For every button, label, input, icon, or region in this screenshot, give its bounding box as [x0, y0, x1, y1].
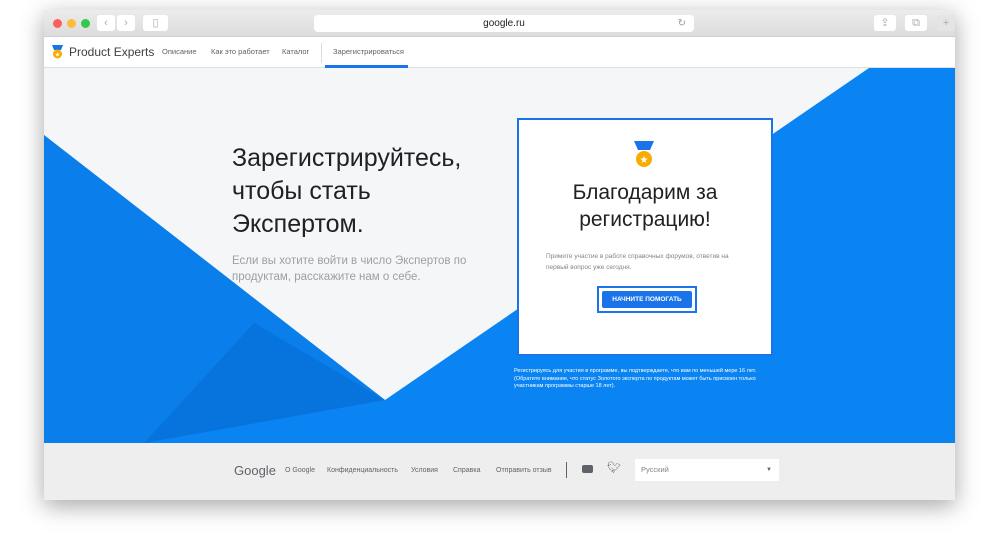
address-bar[interactable]: google.ru ↻ [314, 15, 694, 32]
svg-text:★: ★ [55, 52, 60, 59]
forward-button[interactable]: › [117, 15, 135, 31]
top-nav: ★ Product Experts Описание Как это работ… [44, 37, 955, 68]
footer: Google О Google Конфиденциальность Услов… [44, 443, 955, 500]
hero-title-line: Экспертом. [232, 210, 364, 238]
zoom-window-button[interactable] [81, 19, 90, 28]
age-disclaimer: Регистрируясь для участия в программе, в… [514, 368, 757, 389]
footer-link-terms[interactable]: Условия [411, 467, 438, 474]
title-bar: ‹ › ▯ google.ru ↻ ⇪ ⧉ + [44, 10, 955, 37]
hero-section: Зарегистрируйтесь, чтобы стать Экспертом… [44, 68, 955, 443]
footer-link-feedback[interactable]: Отправить отзыв [496, 467, 552, 474]
svg-text:★: ★ [640, 155, 649, 166]
share-button[interactable]: ⇪ [874, 15, 896, 31]
dropdown-arrow-icon: ▼ [766, 467, 772, 473]
close-window-button[interactable] [53, 19, 62, 28]
start-helping-button[interactable]: НАЧНИТЕ ПОМОГАТЬ [602, 291, 692, 308]
tabs-button[interactable]: ⧉ [905, 15, 927, 31]
language-value: Русский [641, 465, 669, 474]
hero-background [44, 68, 955, 443]
google-logo[interactable]: Google [234, 463, 276, 478]
footer-link-help[interactable]: Справка [453, 467, 480, 474]
browser-window: ‹ › ▯ google.ru ↻ ⇪ ⧉ + ★ Product Experts… [44, 10, 955, 500]
card-text: Примите участие в работе справочных фору… [546, 253, 729, 271]
minimize-window-button[interactable] [67, 19, 76, 28]
language-select[interactable]: Русский ▼ [635, 459, 779, 481]
url-text: google.ru [483, 18, 525, 29]
reload-icon[interactable]: ↻ [678, 15, 686, 32]
nav-item-how-it-works[interactable]: Как это работает [211, 47, 270, 56]
footer-link-privacy[interactable]: Конфиденциальность [327, 467, 398, 474]
footer-link-about[interactable]: О Google [285, 467, 315, 474]
footer-divider [566, 462, 567, 478]
nav-divider [321, 43, 322, 63]
card-title-line: Благодарим за [572, 181, 718, 204]
nav-item-description[interactable]: Описание [162, 47, 197, 56]
hero-subtitle: Если вы хотите войти в число Экспертов п… [232, 255, 467, 283]
hero-title: Зарегистрируйтесь, чтобы стать Экспертом… [232, 142, 461, 241]
youtube-icon[interactable] [582, 465, 593, 473]
card-title: Благодарим за регистрацию! [519, 179, 771, 233]
brand-name[interactable]: Product Experts [69, 45, 154, 59]
hero-title-line: Зарегистрируйтесь, [232, 144, 462, 172]
nav-item-register[interactable]: Зарегистрироваться [333, 47, 404, 56]
medal-icon: ★ [634, 141, 654, 167]
sidebar-toggle-button[interactable]: ▯ [143, 15, 168, 31]
hero-title-line: чтобы стать [232, 177, 371, 205]
thanks-card: ★ Благодарим за регистрацию! Примите уча… [517, 118, 773, 356]
product-experts-logo-icon: ★ [52, 45, 63, 59]
nav-item-catalog[interactable]: Каталог [282, 47, 309, 56]
card-title-line: регистрацию! [579, 208, 711, 231]
new-tab-button[interactable]: + [937, 15, 955, 31]
back-button[interactable]: ‹ [97, 15, 115, 31]
button-focus-ring: НАЧНИТЕ ПОМОГАТЬ [597, 286, 697, 313]
twitter-icon[interactable]: 🐦︎ [607, 461, 621, 474]
